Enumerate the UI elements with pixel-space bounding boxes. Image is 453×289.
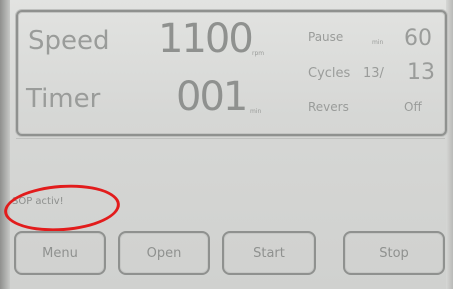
- speed-label: Speed: [28, 26, 110, 56]
- speed-value: 1100: [158, 16, 254, 62]
- timer-unit: min: [250, 108, 262, 115]
- pause-label: Pause: [308, 30, 344, 44]
- stop-button[interactable]: Stop: [343, 231, 445, 275]
- open-button[interactable]: Open: [118, 231, 210, 275]
- screen-bezel-right: [446, 0, 453, 289]
- cycles-current: 13/: [363, 66, 384, 81]
- timer-value: 001: [176, 74, 248, 120]
- cycles-label: Cycles: [308, 66, 351, 81]
- revers-value: Off: [404, 100, 422, 114]
- pause-value: 60: [404, 26, 432, 51]
- menu-button[interactable]: Menu: [14, 231, 106, 275]
- screen-bezel-left: [0, 0, 10, 289]
- status-panel: Speed 1100 rpm Timer 001 min Pause min 6…: [16, 10, 447, 136]
- pause-unit: min: [372, 39, 384, 46]
- revers-label: Revers: [308, 100, 349, 114]
- start-button[interactable]: Start: [222, 231, 316, 275]
- cycles-total: 13: [407, 60, 435, 85]
- speed-unit: rpm: [252, 50, 265, 57]
- timer-label: Timer: [26, 84, 101, 114]
- touchscreen: Speed 1100 rpm Timer 001 min Pause min 6…: [0, 0, 453, 289]
- highlight-circle: [2, 181, 122, 235]
- panel-divider: [16, 138, 445, 139]
